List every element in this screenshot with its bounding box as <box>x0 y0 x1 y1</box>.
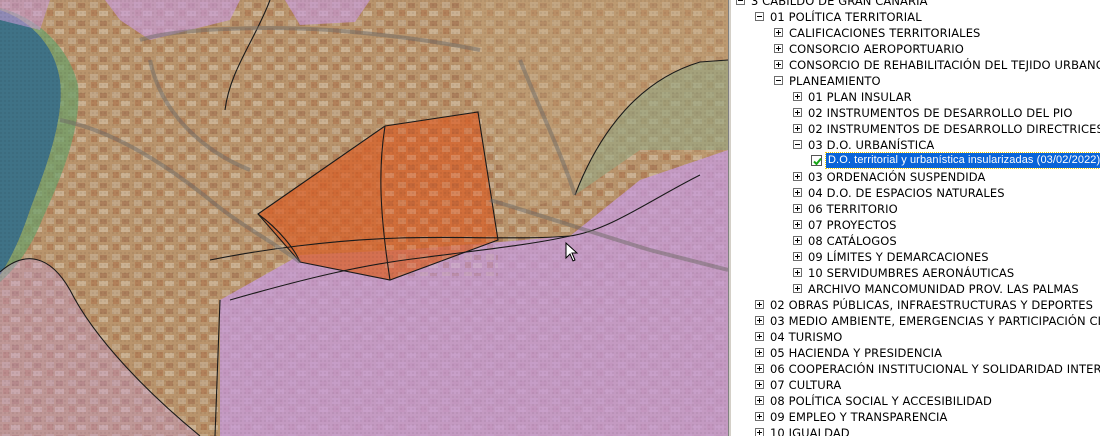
map-dot-hatch <box>0 0 728 436</box>
tree-item-label: 03 ORDENACIÓN SUSPENDIDA <box>808 170 986 184</box>
expand-plus-icon[interactable] <box>793 284 802 293</box>
tree-item-label: 01 PLAN INSULAR <box>808 90 912 104</box>
expand-plus-icon[interactable] <box>774 44 783 53</box>
tree-item[interactable]: D.O. territorial y urbanística insulariz… <box>732 152 1100 169</box>
tree-item-label: CONSORCIO AEROPORTUARIO <box>789 42 964 56</box>
tree-item-label: 07 CULTURA <box>770 378 842 392</box>
tree-item[interactable]: 03 D.O. URBANÍSTICA <box>732 137 1100 153</box>
tree-item[interactable]: 01 POLÍTICA TERRITORIAL <box>732 9 1100 25</box>
tree-item-label: 08 POLÍTICA SOCIAL Y ACCESIBILIDAD <box>770 394 992 408</box>
tree-item[interactable]: 10 IGUALDAD <box>732 425 1100 436</box>
map-view[interactable] <box>0 0 728 436</box>
expand-plus-icon[interactable] <box>793 268 802 277</box>
expand-plus-icon[interactable] <box>755 300 764 309</box>
tree-item-label: PLANEAMIENTO <box>789 74 881 88</box>
tree-item[interactable]: 09 EMPLEO Y TRANSPARENCIA <box>732 409 1100 425</box>
tree-item-label: 04 D.O. DE ESPACIOS NATURALES <box>808 186 1005 200</box>
tree-item[interactable]: 01 PLAN INSULAR <box>732 89 1100 105</box>
tree-item-label: 06 COOPERACIÓN INSTITUCIONAL Y SOLIDARID… <box>770 362 1100 376</box>
expand-plus-icon[interactable] <box>755 364 764 373</box>
layer-checkbox[interactable] <box>811 155 822 166</box>
tree-item-label: 07 PROYECTOS <box>808 218 897 232</box>
tree-item[interactable]: 05 HACIENDA Y PRESIDENCIA <box>732 345 1100 361</box>
tree-item-label: 02 OBRAS PÚBLICAS, INFRAESTRUCTURAS Y DE… <box>770 298 1094 312</box>
tree-item[interactable]: PLANEAMIENTO <box>732 73 1100 89</box>
expand-plus-icon[interactable] <box>793 172 802 181</box>
tree-item[interactable]: 07 CULTURA <box>732 377 1100 393</box>
expand-plus-icon[interactable] <box>755 412 764 421</box>
tree-item-label: 02 INSTRUMENTOS DE DESARROLLO DIRECTRICE… <box>808 122 1100 136</box>
tree-item-label: 02 INSTRUMENTOS DE DESARROLLO DEL PIO <box>808 106 1073 120</box>
expand-plus-icon[interactable] <box>793 204 802 213</box>
collapse-minus-icon[interactable] <box>755 12 764 21</box>
expand-plus-icon[interactable] <box>793 124 802 133</box>
tree-item-label: 03 MEDIO AMBIENTE, EMERGENCIAS Y PARTICI… <box>770 314 1100 328</box>
collapse-minus-icon[interactable] <box>793 140 802 149</box>
expand-plus-icon[interactable] <box>755 332 764 341</box>
tree-item[interactable]: 06 COOPERACIÓN INSTITUCIONAL Y SOLIDARID… <box>732 361 1100 377</box>
tree-item[interactable]: 07 PROYECTOS <box>732 217 1100 233</box>
tree-item[interactable]: 04 D.O. DE ESPACIOS NATURALES <box>732 185 1100 201</box>
tree-item[interactable]: 08 CATÁLOGOS <box>732 233 1100 249</box>
expand-plus-icon[interactable] <box>793 92 802 101</box>
expand-plus-icon[interactable] <box>793 236 802 245</box>
tree-item[interactable]: 06 TERRITORIO <box>732 201 1100 217</box>
expand-plus-icon[interactable] <box>793 188 802 197</box>
tree-item[interactable]: 02 OBRAS PÚBLICAS, INFRAESTRUCTURAS Y DE… <box>732 297 1100 313</box>
tree-item-label: 05 HACIENDA Y PRESIDENCIA <box>770 346 943 360</box>
expand-plus-icon[interactable] <box>793 220 802 229</box>
collapse-minus-icon[interactable] <box>736 0 745 5</box>
expand-plus-icon[interactable] <box>755 380 764 389</box>
check-icon <box>813 157 822 166</box>
tree-item[interactable]: 02 INSTRUMENTOS DE DESARROLLO DEL PIO <box>732 105 1100 121</box>
tree-item[interactable]: 10 SERVIDUMBRES AERONÁUTICAS <box>732 265 1100 281</box>
tree-item-label: 06 TERRITORIO <box>808 202 898 216</box>
tree-item[interactable]: ARCHIVO MANCOMUNIDAD PROV. LAS PALMAS <box>732 281 1100 297</box>
tree-item[interactable]: CONSORCIO DE REHABILITACIÓN DEL TEJIDO U… <box>732 57 1100 73</box>
tree-item[interactable]: 03 MEDIO AMBIENTE, EMERGENCIAS Y PARTICI… <box>732 313 1100 329</box>
tree-item[interactable]: 3 CABILDO DE GRAN CANARIA <box>732 0 1100 9</box>
tree-item[interactable]: 03 ORDENACIÓN SUSPENDIDA <box>732 169 1100 185</box>
tree-item-label: 04 TURISMO <box>770 330 843 344</box>
expand-plus-icon[interactable] <box>793 252 802 261</box>
expand-plus-icon[interactable] <box>755 396 764 405</box>
tree-item[interactable]: CALIFICACIONES TERRITORIALES <box>732 25 1100 41</box>
tree-item[interactable]: 02 INSTRUMENTOS DE DESARROLLO DIRECTRICE… <box>732 121 1100 137</box>
tree-item-label: ARCHIVO MANCOMUNIDAD PROV. LAS PALMAS <box>808 282 1079 296</box>
expand-plus-icon[interactable] <box>755 428 764 436</box>
expand-plus-icon[interactable] <box>774 28 783 37</box>
tree-item-label: 10 IGUALDAD <box>770 426 850 436</box>
expand-plus-icon[interactable] <box>774 60 783 69</box>
tree-item-label: CONSORCIO DE REHABILITACIÓN DEL TEJIDO U… <box>789 58 1100 72</box>
tree-item[interactable]: CONSORCIO AEROPORTUARIO <box>732 41 1100 57</box>
expand-plus-icon[interactable] <box>755 316 764 325</box>
tree-item-label: 10 SERVIDUMBRES AERONÁUTICAS <box>808 266 1015 280</box>
expand-plus-icon[interactable] <box>755 348 764 357</box>
tree-item-label: 03 D.O. URBANÍSTICA <box>808 138 935 152</box>
tree-item[interactable]: 08 POLÍTICA SOCIAL Y ACCESIBILIDAD <box>732 393 1100 409</box>
tree-item-label: 01 POLÍTICA TERRITORIAL <box>770 10 922 24</box>
collapse-minus-icon[interactable] <box>774 76 783 85</box>
tree-item-label: 08 CATÁLOGOS <box>808 234 897 248</box>
tree-item-label: D.O. territorial y urbanística insulariz… <box>824 152 1100 169</box>
tree-item-label: CALIFICACIONES TERRITORIALES <box>789 26 981 40</box>
tree-item-label: 3 CABILDO DE GRAN CANARIA <box>751 0 928 8</box>
tree-item[interactable]: 09 LÍMITES Y DEMARCACIONES <box>732 249 1100 265</box>
layer-tree[interactable]: 3 CABILDO DE GRAN CANARIA 01 POLÍTICA TER… <box>732 0 1100 436</box>
tree-item-label: 09 LÍMITES Y DEMARCACIONES <box>808 250 989 264</box>
tree-item[interactable]: 04 TURISMO <box>732 329 1100 345</box>
tree-item-label: 09 EMPLEO Y TRANSPARENCIA <box>770 410 948 424</box>
expand-plus-icon[interactable] <box>793 108 802 117</box>
